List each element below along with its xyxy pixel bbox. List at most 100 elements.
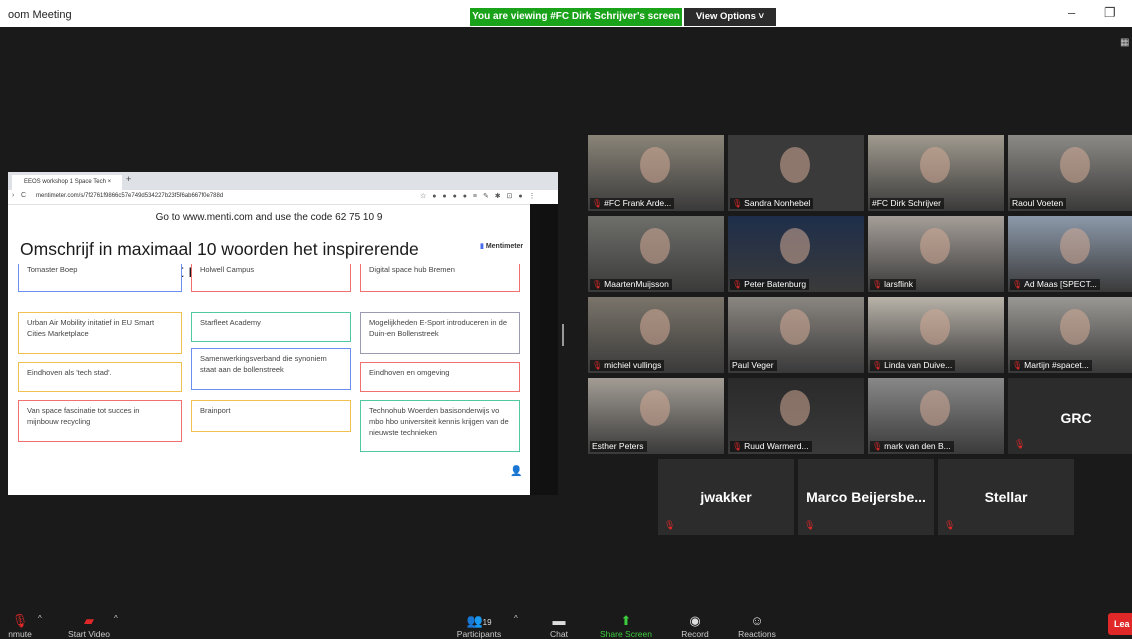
answer-text: Eindhoven als 'tech stad'. <box>27 368 112 377</box>
participant-silhouette <box>920 147 950 183</box>
share-screen-button[interactable]: ⬆ Share Screen <box>596 612 656 639</box>
video-tile[interactable]: Esther Peters <box>588 378 724 454</box>
participant-name-label: 🎙 Sandra Nonhebel <box>730 198 814 209</box>
unmute-label: nmute <box>8 629 32 639</box>
participant-name-label: Esther Peters <box>590 441 647 452</box>
video-tile[interactable]: 🎙 larsflink <box>868 216 1004 292</box>
mentimeter-logo: ▮ Mentimeter <box>480 242 523 250</box>
participants-caret[interactable]: ^ <box>514 614 518 623</box>
video-tile[interactable]: 🎙 Martijn #spacet... <box>1008 297 1132 373</box>
participant-name: Ad Maas [SPECT... <box>1024 279 1097 289</box>
extensions-icon[interactable]: ☆ ● ● ● ● ≡ ✎ ✱ ⊡ ● ⋮ <box>420 192 538 200</box>
video-tile[interactable]: 🎙 Ad Maas [SPECT... <box>1008 216 1132 292</box>
video-tile[interactable]: 🎙 Sandra Nonhebel <box>728 135 864 211</box>
participant-name-label: 🎙 Martijn #spacet... <box>1010 360 1092 371</box>
back-icon[interactable]: › <box>12 192 14 199</box>
answer-text: Eindhoven en omgeving <box>369 368 450 377</box>
browser-tab-bar: EEOS workshop 1 Space Tech × + <box>8 172 558 190</box>
participant-name: Sandra Nonhebel <box>744 198 811 208</box>
video-tile[interactable]: 🎙 Linda van Duive... <box>868 297 1004 373</box>
participant-name: Ruud Warmerd... <box>744 441 809 451</box>
video-tile[interactable]: 🎙 Peter Batenburg <box>728 216 864 292</box>
participant-name-label: 🎙 larsflink <box>870 279 916 290</box>
minimize-button[interactable]: – <box>1068 5 1075 20</box>
video-tile[interactable]: 🎙 mark van den B... <box>868 378 1004 454</box>
participant-name: Stellar <box>984 489 1028 505</box>
answer-card: Tomaster Boep <box>18 264 182 292</box>
participant-silhouette <box>780 309 810 345</box>
participant-name-label: 🎙 Ad Maas [SPECT... <box>1010 279 1100 290</box>
record-icon: ◉ <box>689 613 701 628</box>
answer-text: Starfleet Academy <box>200 318 261 327</box>
video-tile[interactable]: 🎙 michiel vullings <box>588 297 724 373</box>
bar-chart-icon: ▮ <box>480 243 484 250</box>
participant-name: Esther Peters <box>592 441 644 451</box>
video-options-caret[interactable]: ^ <box>114 614 118 623</box>
chevron-down-icon: ˅ <box>758 11 765 22</box>
reactions-button[interactable]: ☺ Reactions <box>734 612 780 639</box>
mic-muted-icon: 🎙 <box>872 280 883 289</box>
chat-button[interactable]: ▬ Chat <box>542 612 576 639</box>
url-text: mentimeter.com/s/7f2761f9866c57e749d5342… <box>36 193 224 199</box>
gallery-view-icon[interactable]: ▦ <box>1120 37 1129 48</box>
participant-name: jwakker <box>700 489 752 505</box>
browser-tab[interactable]: EEOS workshop 1 Space Tech × <box>12 175 122 190</box>
video-tile[interactable]: Stellar 🎙 <box>938 459 1074 535</box>
answer-text: Technohub Woerden basisonderwijs vo mbo … <box>369 406 509 437</box>
reactions-icon: ☺ <box>750 613 764 628</box>
answer-card: Van space fascinatie tot succes in mijnb… <box>18 400 182 442</box>
new-tab-icon[interactable]: + <box>126 174 131 184</box>
participant-name: #FC Dirk Schrijver <box>872 198 941 208</box>
participant-name: mark van den B... <box>884 441 951 451</box>
participant-name: Raoul Voeten <box>1012 198 1064 208</box>
participant-name: larsflink <box>884 279 913 289</box>
leave-button[interactable]: Lea <box>1108 613 1132 635</box>
video-tile[interactable]: GRC 🎙 <box>1008 378 1132 454</box>
participant-silhouette <box>640 309 670 345</box>
unmute-button[interactable]: 🎙 nmute <box>0 612 40 639</box>
view-options-button[interactable]: View Options ˅ <box>684 8 776 26</box>
menti-join-header: Go to www.menti.com and use the code 62 … <box>155 212 383 223</box>
video-tile[interactable]: Paul Veger <box>728 297 864 373</box>
mic-muted-icon: 🎙 <box>592 361 603 370</box>
start-video-button[interactable]: ▰ Start Video <box>60 612 118 639</box>
participant-name-label: 🎙 MaartenMuijsson <box>590 279 672 290</box>
video-tile[interactable]: Marco Beijersbe... 🎙 <box>798 459 934 535</box>
video-tile[interactable]: #FC Dirk Schrijver <box>868 135 1004 211</box>
video-tile[interactable]: 🎙 #FC Frank Arde... <box>588 135 724 211</box>
video-tile[interactable]: jwakker 🎙 <box>658 459 794 535</box>
tab-title: EEOS workshop 1 Space Tech <box>24 179 106 185</box>
record-button[interactable]: ◉ Record <box>676 612 714 639</box>
answer-card: Digital space hub Bremen <box>360 264 520 292</box>
participant-silhouette <box>1060 228 1090 264</box>
reactions-label: Reactions <box>738 629 776 639</box>
participant-name-label: 🎙 Linda van Duive... <box>870 360 956 371</box>
share-screen-icon: ⬆ <box>620 613 632 628</box>
video-tile[interactable]: Raoul Voeten <box>1008 135 1132 211</box>
answer-text: Tomaster Boep <box>27 265 78 274</box>
participant-silhouette <box>780 390 810 426</box>
participant-name-label: 🎙 mark van den B... <box>870 441 954 452</box>
address-bar[interactable]: › C mentimeter.com/s/7f2761f9866c57e749d… <box>8 190 558 205</box>
answer-card: Mogelijkheden E-Sport introduceren in de… <box>360 312 520 354</box>
mic-muted-icon: 🎙 <box>592 280 603 289</box>
participant-name-label: 🎙 #FC Frank Arde... <box>590 198 675 209</box>
participants-button[interactable]: 👥19 Participants <box>448 612 510 639</box>
video-tile[interactable]: 🎙 Ruud Warmerd... <box>728 378 864 454</box>
answer-card: Samenwerkingsverband die synoniem staat … <box>191 348 351 390</box>
reload-icon[interactable]: C <box>21 192 26 199</box>
video-off-icon: ▰ <box>84 613 94 628</box>
restore-button[interactable]: ❐ <box>1104 5 1116 21</box>
splitter-handle[interactable] <box>562 324 564 346</box>
answer-text: Brainport <box>200 406 231 415</box>
answer-card: Brainport <box>191 400 351 432</box>
participant-name: GRC <box>1060 410 1092 426</box>
participant-name-label: Raoul Voeten <box>1010 198 1067 209</box>
audio-options-caret[interactable]: ^ <box>38 614 42 623</box>
participant-name: Paul Veger <box>732 360 774 370</box>
viewing-banner: You are viewing #FC Dirk Schrijver's scr… <box>470 8 682 26</box>
video-tile[interactable]: 🎙 MaartenMuijsson <box>588 216 724 292</box>
participant-silhouette <box>640 228 670 264</box>
answer-card: Eindhoven als 'tech stad'. <box>18 362 182 392</box>
answer-text: Samenwerkingsverband die synoniem staat … <box>200 354 327 374</box>
